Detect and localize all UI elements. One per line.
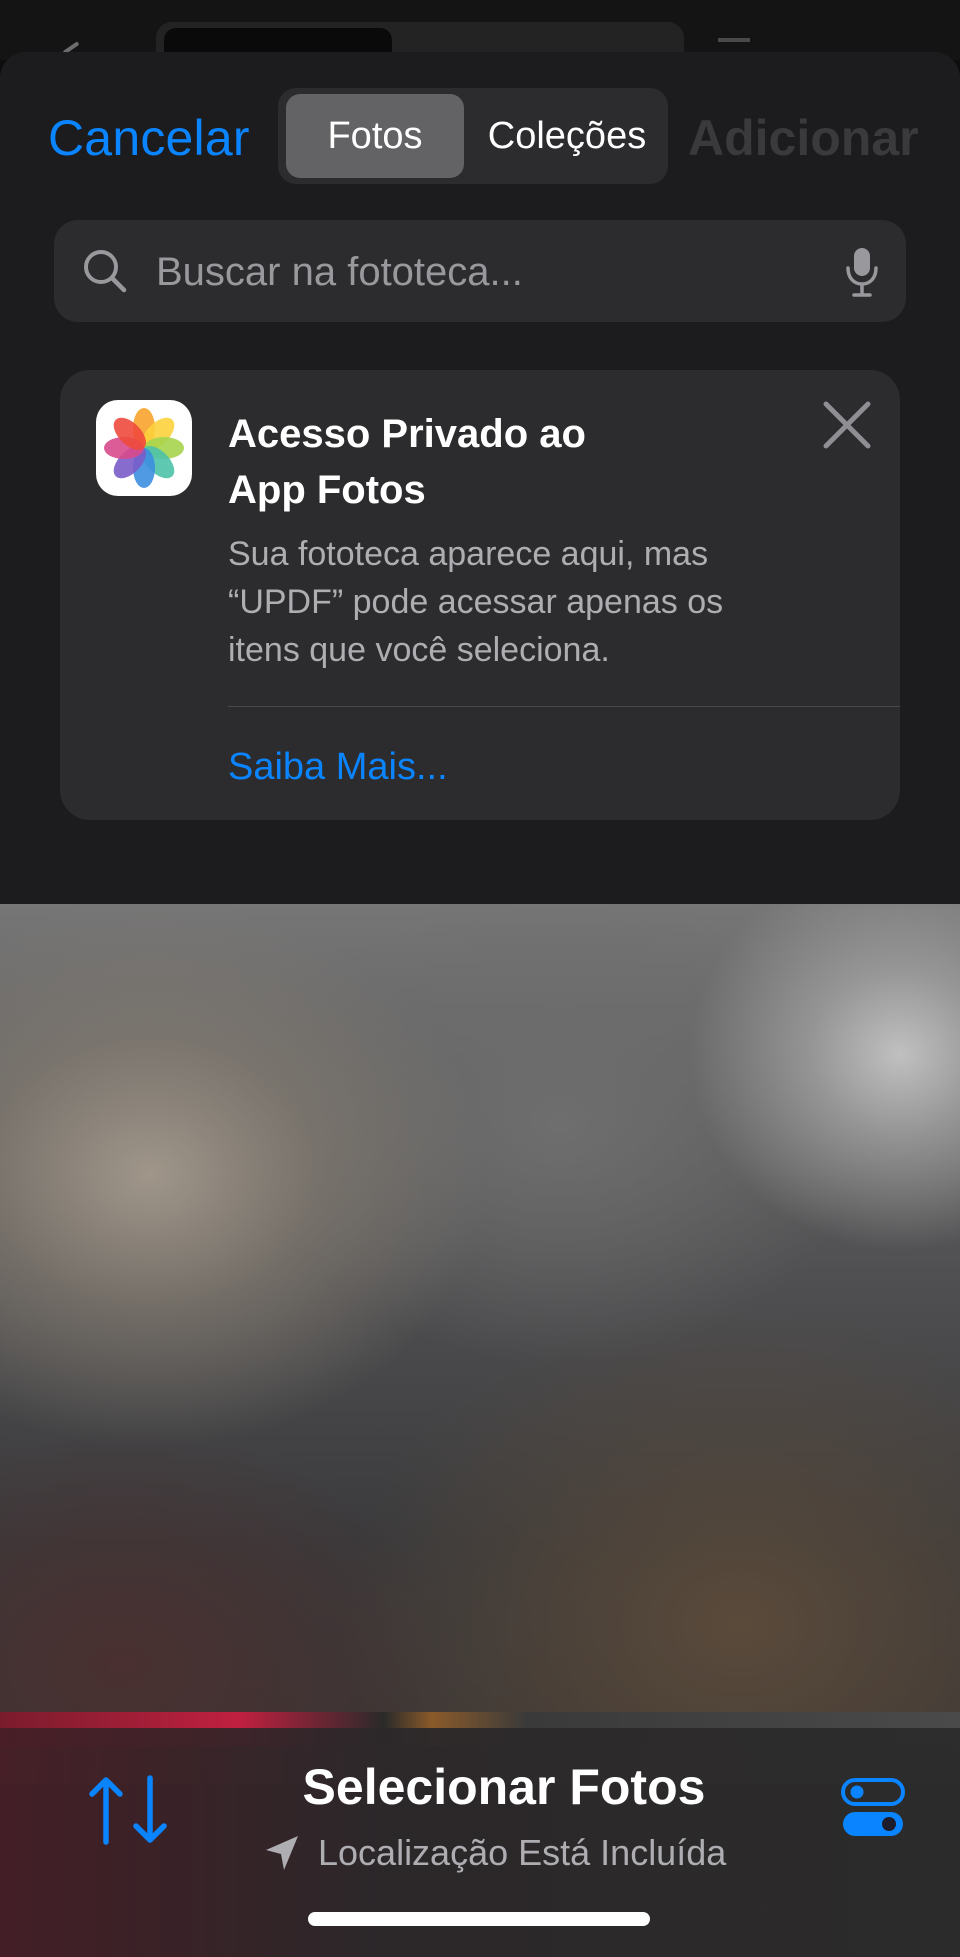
- tab-fotos[interactable]: Fotos: [286, 94, 464, 178]
- learn-more-link[interactable]: Saiba Mais...: [228, 742, 448, 792]
- private-access-notice: Acesso Privado ao App Fotos Sua fototeca…: [60, 370, 900, 820]
- notice-body-line: itens que você seleciona.: [228, 631, 610, 669]
- notice-title-line: Acesso Privado ao: [228, 412, 586, 456]
- add-button[interactable]: Adicionar: [688, 108, 919, 168]
- cancel-button[interactable]: Cancelar: [48, 108, 250, 168]
- bottom-toolbar: Selecionar Fotos Localização Está Incluí…: [0, 1728, 960, 1957]
- toggles-icon[interactable]: [840, 1776, 906, 1840]
- search-bar: [54, 220, 906, 324]
- location-arrow-icon: [266, 1836, 298, 1870]
- picker-header: Cancelar Fotos Coleções Adicionar: [0, 52, 960, 192]
- notice-divider: [228, 706, 900, 707]
- photo-grid-blurred[interactable]: [0, 904, 960, 1784]
- notice-body-line: “UPDF” pode acessar apenas os: [228, 583, 724, 621]
- notice-title: Acesso Privado ao App Fotos: [228, 406, 708, 518]
- background-app-top: [0, 0, 960, 88]
- home-indicator[interactable]: [308, 1912, 650, 1926]
- photo-picker-sheet: Cancelar Fotos Coleções Adicionar Buscar…: [0, 52, 960, 1957]
- toolbar-subtitle[interactable]: Localização Está Incluída: [264, 1826, 764, 1880]
- segmented-control: Fotos Coleções: [278, 88, 668, 184]
- location-included-label: Localização Está Incluída: [318, 1832, 727, 1873]
- notice-body-line: Sua fototeca aparece aqui, mas: [228, 535, 709, 573]
- toolbar-title: Selecionar Fotos: [302, 1759, 706, 1815]
- microphone-icon[interactable]: [842, 244, 882, 300]
- notice-body: Sua fototeca aparece aqui, mas “UPDF” po…: [228, 530, 848, 674]
- blurred-photo: [0, 904, 960, 1784]
- photos-app-icon: [96, 400, 192, 496]
- notice-title-line: App Fotos: [228, 468, 426, 512]
- close-icon[interactable]: [822, 400, 872, 450]
- search-input[interactable]: [154, 220, 778, 324]
- tab-colecoes[interactable]: Coleções: [474, 94, 660, 178]
- search-icon: [84, 250, 127, 293]
